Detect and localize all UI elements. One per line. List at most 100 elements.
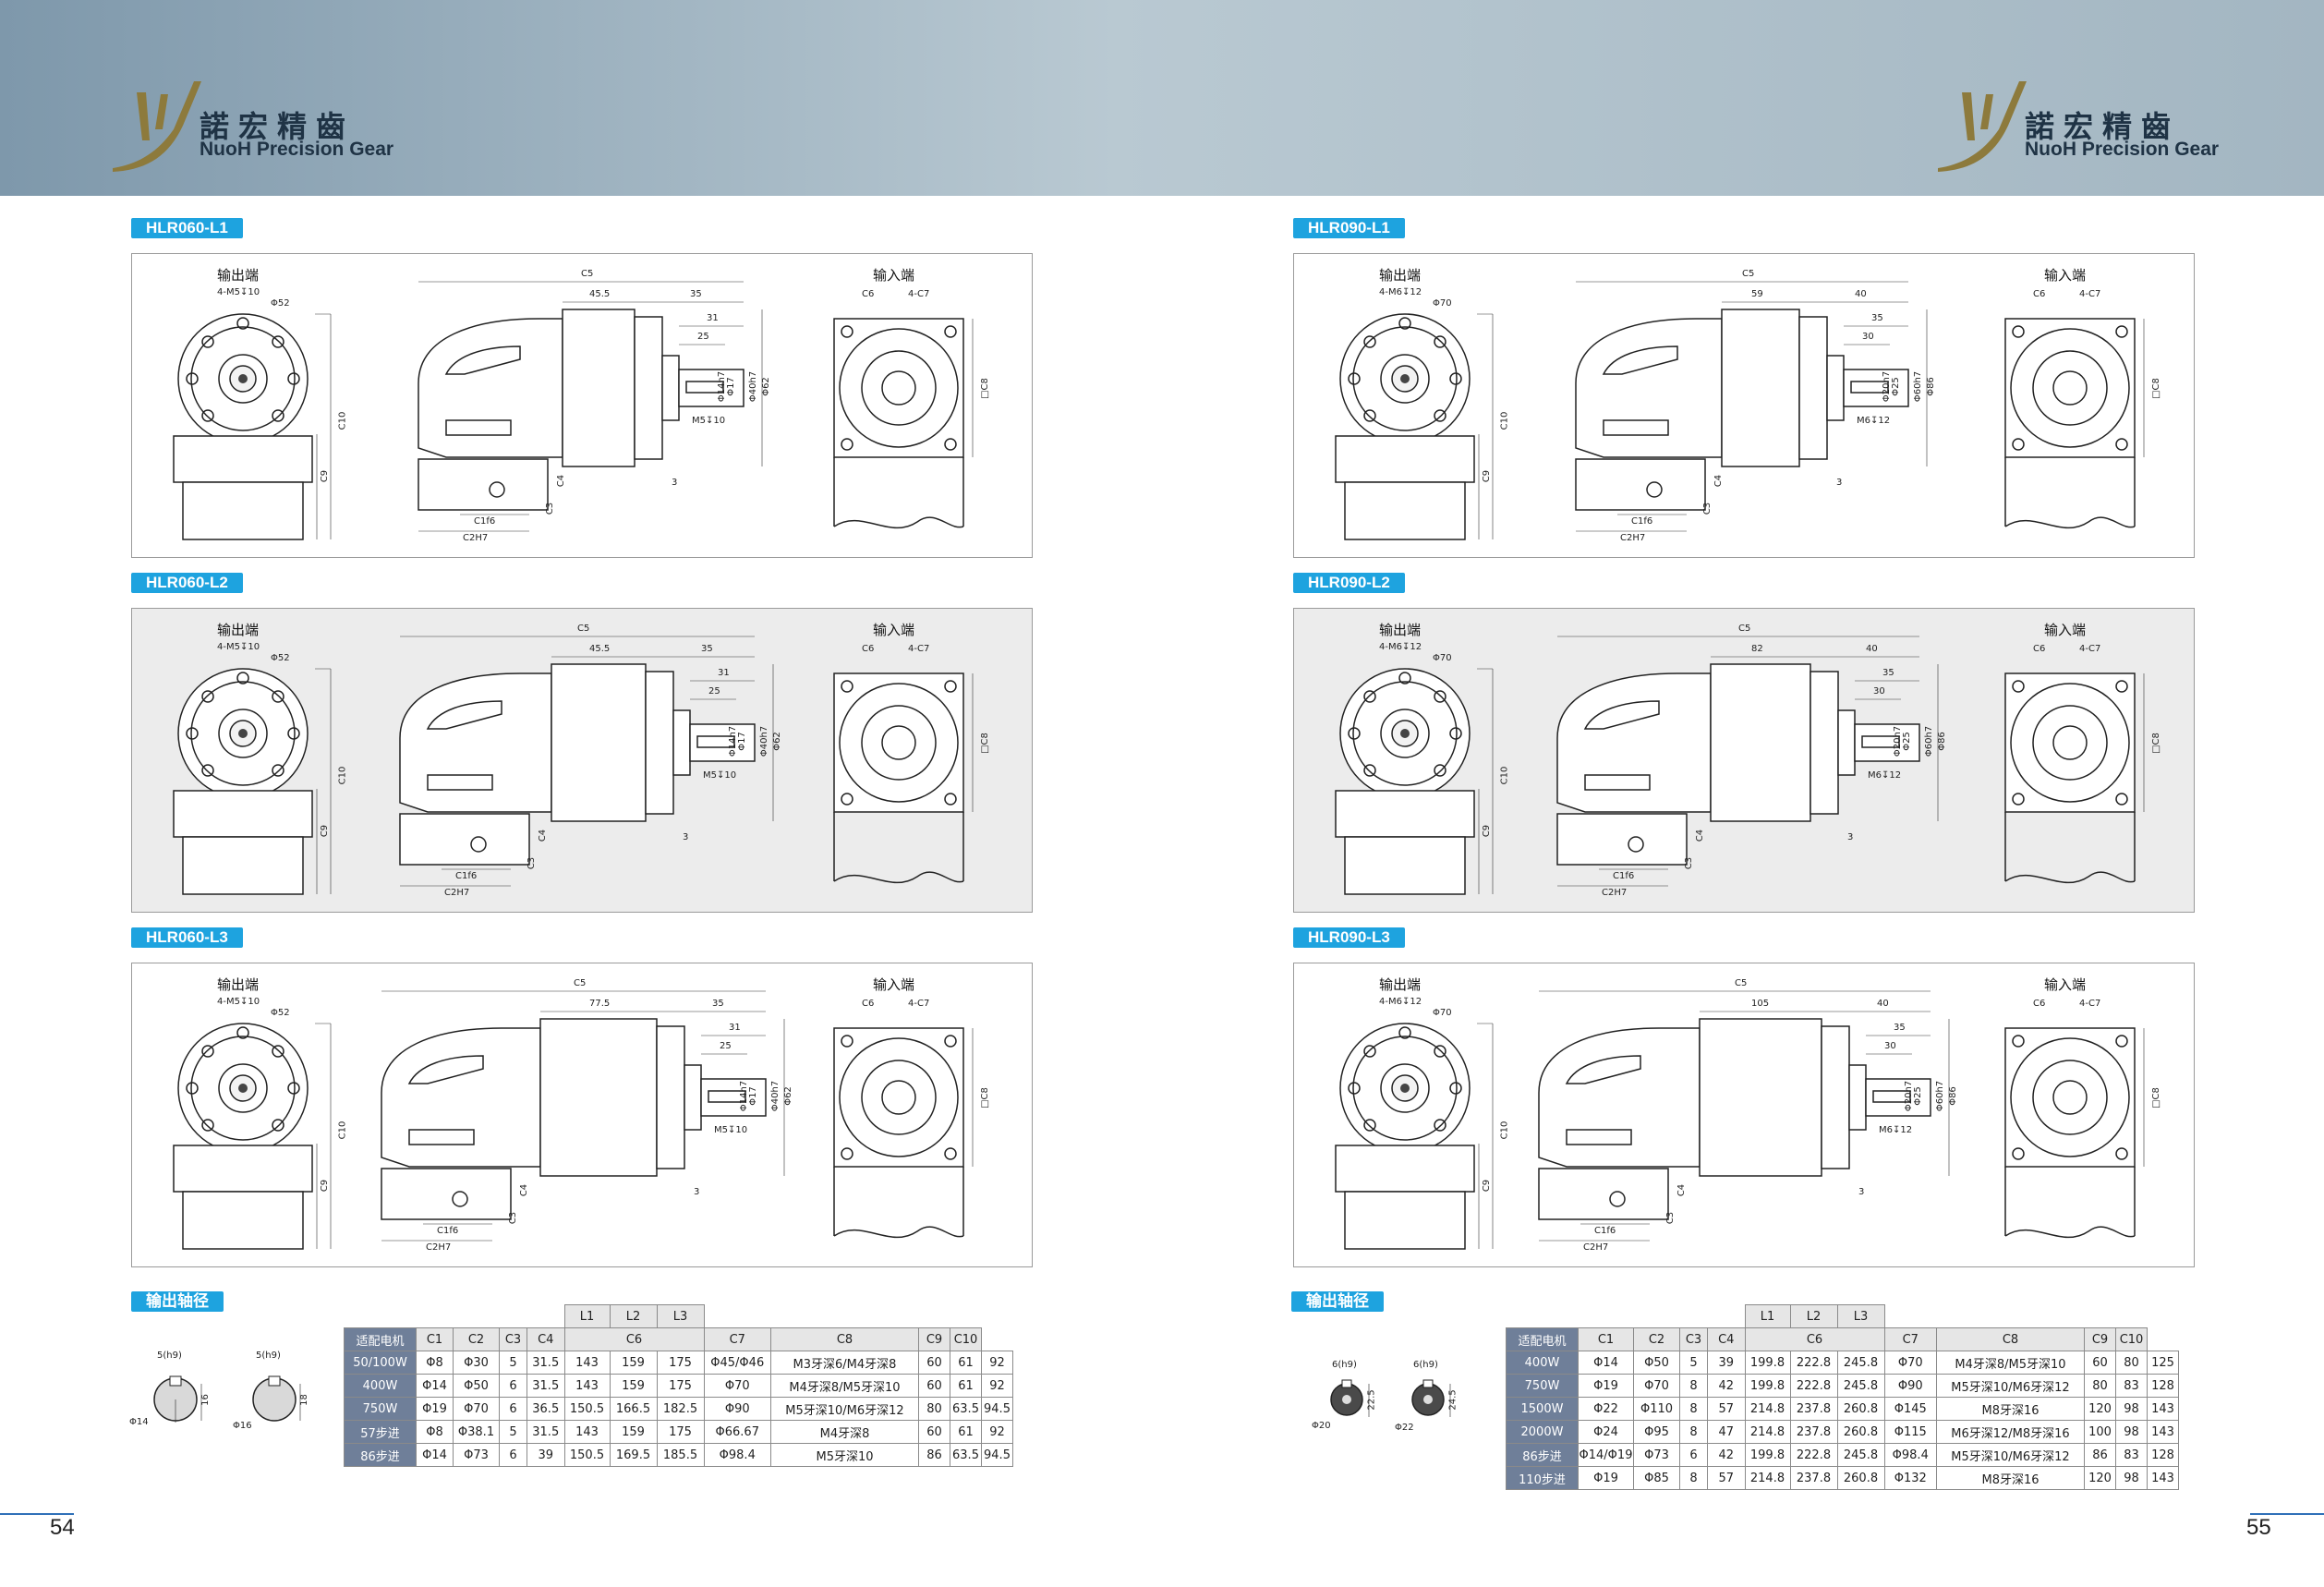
shaft-dia-2: Φ22 — [1395, 1423, 1414, 1433]
shaft-height-2: 18 — [298, 1394, 309, 1406]
dia-housing: Φ62 — [771, 732, 782, 751]
dim-shaft-length: 35 — [701, 644, 713, 654]
table-cell: Φ132 — [1883, 1466, 1937, 1490]
table-cell: Φ14 — [416, 1443, 454, 1467]
dim-shaft-b: 25 — [720, 1041, 732, 1051]
shaft-sections-right: 6(h9) 22.5 Φ20 6(h9) 24.5 Φ22 — [1302, 1349, 1506, 1441]
dim-c4: C4 — [538, 829, 549, 842]
table-cell: 100 — [2084, 1420, 2116, 1444]
table-header-cell: C7 — [1883, 1327, 1937, 1351]
dim-c3: C3 — [545, 502, 556, 515]
table-cell: 31.5 — [527, 1420, 565, 1444]
table-cell: Φ95 — [1633, 1420, 1680, 1444]
table-header-cell: 适配电机 — [1506, 1327, 1579, 1351]
table-header-cell: C4 — [1707, 1327, 1746, 1351]
dim-c6: C6 — [2033, 999, 2046, 1009]
drawing-panel: 输出端 4-M5↧10 Φ52 输入端 C6 4-C7 □C8 C10 C9 C5 77.5 35 31… — [131, 963, 1033, 1267]
table-header-cell: C6 — [563, 1327, 705, 1351]
dim-c7: 4-C7 — [908, 289, 930, 299]
table-cell: Φ50 — [1633, 1351, 1680, 1375]
input-end-label: 输入端 — [873, 622, 915, 638]
table-header-cell: C7 — [703, 1327, 771, 1351]
table-cell: 39 — [1707, 1351, 1746, 1375]
page-number-left: 54 — [50, 1515, 75, 1540]
table-cell: 214.8 — [1744, 1397, 1791, 1421]
table-group-header: L2 — [609, 1304, 658, 1328]
dia-housing: Φ86 — [1947, 1086, 1958, 1106]
table-cell: Φ70 — [1883, 1351, 1937, 1375]
hole-callout: 4-M6↧12 — [1379, 642, 1422, 652]
dim-c6: C6 — [862, 999, 875, 1009]
dim-c9: C9 — [1482, 824, 1493, 838]
hole-callout: 4-M6↧12 — [1379, 287, 1422, 297]
dim-c8: □C8 — [979, 733, 990, 754]
dim-shaft-length: 40 — [1877, 999, 1889, 1009]
model-tag: HLR090-L1 — [1293, 218, 1405, 238]
dia-pilot: Φ60h7 — [1935, 1080, 1946, 1112]
table-cell: 57 — [1707, 1466, 1746, 1490]
brand-logo-left: 諾宏精齒 NuoH Precision Gear — [109, 74, 442, 176]
table-cell: Φ73 — [1633, 1443, 1680, 1467]
table-cell: 182.5 — [656, 1397, 705, 1421]
table-cell: 92 — [981, 1374, 1013, 1398]
table-cell: 60 — [918, 1351, 950, 1375]
table-cell: 6 — [499, 1374, 527, 1398]
dia-pilot: Φ40h7 — [770, 1080, 781, 1112]
dim-c6: C6 — [2033, 644, 2046, 654]
dia-pilot: Φ40h7 — [748, 370, 759, 403]
dim-c2: C2H7 — [463, 533, 489, 543]
shaft-sections-left: 5(h9) 16 Φ14 5(h9) 18 Φ16 — [129, 1349, 333, 1441]
dia-shoulder: Φ25 — [1901, 732, 1912, 751]
table-cell: M4牙深8/M5牙深10 — [1936, 1351, 2085, 1375]
input-end-label: 输入端 — [2044, 622, 2087, 638]
table-cell: 128 — [2147, 1443, 2179, 1467]
table-group-header: L3 — [656, 1304, 705, 1328]
table-cell: Φ14 — [1578, 1351, 1634, 1375]
table-cell: 125 — [2147, 1351, 2179, 1375]
table-header-cell: C1 — [1578, 1327, 1634, 1351]
table-header-cell: C10 — [950, 1327, 982, 1351]
table-cell: 237.8 — [1789, 1420, 1838, 1444]
dim-c3: C3 — [527, 856, 538, 870]
table-cell: 128 — [2147, 1374, 2179, 1398]
table-cell: 199.8 — [1744, 1374, 1791, 1398]
table-cell: 237.8 — [1789, 1397, 1838, 1421]
dim-body-length: 77.5 — [589, 999, 611, 1009]
dim-c5: C5 — [577, 624, 590, 634]
dia-pilot: Φ60h7 — [1913, 370, 1924, 403]
dim-c2: C2H7 — [1620, 533, 1646, 543]
table-cell: 143 — [2147, 1397, 2179, 1421]
dim-c7: 4-C7 — [2079, 644, 2101, 654]
dim-shaft-c: 3 — [1836, 478, 1843, 488]
table-row: 57步进 Φ8 Φ38.1 5 31.5 143 159 175 Φ66.67 M4牙深8 60 61… — [344, 1420, 1013, 1444]
table-cell: 86步进 — [1506, 1443, 1579, 1467]
table-cell: 120 — [2084, 1466, 2116, 1490]
shaft-height-2: 24.5 — [1447, 1389, 1459, 1411]
table-cell: 94.5 — [981, 1397, 1013, 1421]
table-cell: 80 — [2115, 1351, 2148, 1375]
table-header-cell: C6 — [1744, 1327, 1885, 1351]
input-end-label: 输入端 — [2044, 267, 2087, 284]
table-cell: 150.5 — [563, 1397, 611, 1421]
gearbox-drawing — [1335, 281, 2145, 540]
dia-shoulder: Φ25 — [1890, 377, 1901, 396]
table-header-row: 适配电机 C1 C2 C3 C4 C6 C7 C8 C9 C10 — [344, 1327, 1013, 1351]
spec-table-left: L1 L2 L3 适配电机 C1 C2 C3 C4 C6 C7 C8 C9 C10 50/100W Φ8 Φ3… — [344, 1304, 1013, 1467]
table-cell: 6 — [499, 1443, 527, 1467]
dim-c6: C6 — [862, 644, 875, 654]
dim-shaft-a: 31 — [729, 1023, 741, 1033]
dim-shaft-a: 35 — [1882, 668, 1894, 678]
table-cell: M5牙深10/M6牙深12 — [770, 1397, 919, 1421]
table-row: 400W Φ14 Φ50 5 39 199.8 222.8 245.8 Φ70 M4牙深8/M5牙… — [1506, 1351, 2179, 1375]
table-cell: 175 — [656, 1374, 705, 1398]
output-end-label: 输出端 — [1379, 267, 1422, 284]
table-cell: 245.8 — [1836, 1351, 1885, 1375]
table-cell: 175 — [656, 1351, 705, 1375]
table-header-row: 适配电机 C1 C2 C3 C4 C6 C7 C8 C9 C10 — [1506, 1327, 2179, 1351]
table-cell: Φ66.67 — [703, 1420, 771, 1444]
dim-c10: C10 — [1499, 411, 1510, 430]
table-cell: 8 — [1679, 1397, 1708, 1421]
dim-c3: C3 — [1665, 1211, 1676, 1225]
dim-c6: C6 — [862, 289, 875, 299]
table-header-cell: C2 — [1633, 1327, 1680, 1351]
